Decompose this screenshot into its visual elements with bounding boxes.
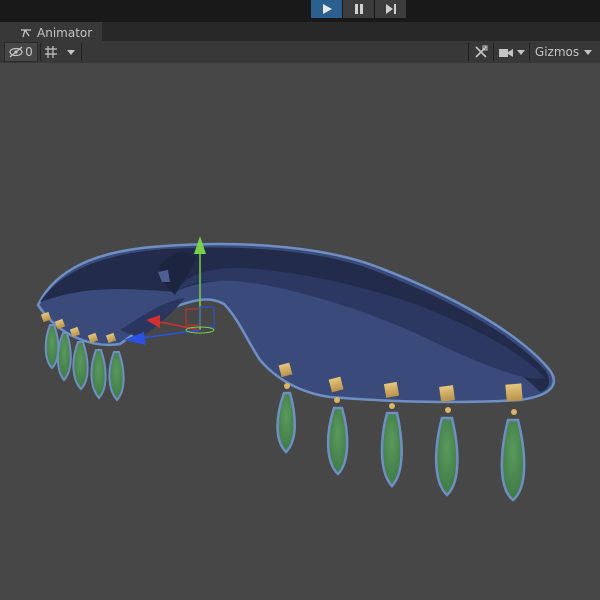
gizmo-plane-red[interactable] [185,308,201,326]
scene-canvas [36,236,556,502]
gizmo-x-axis [159,321,201,331]
gizmo-plane-blue[interactable] [199,306,215,328]
gizmo-z-axis [141,329,201,339]
scene-viewport[interactable] [0,63,600,600]
